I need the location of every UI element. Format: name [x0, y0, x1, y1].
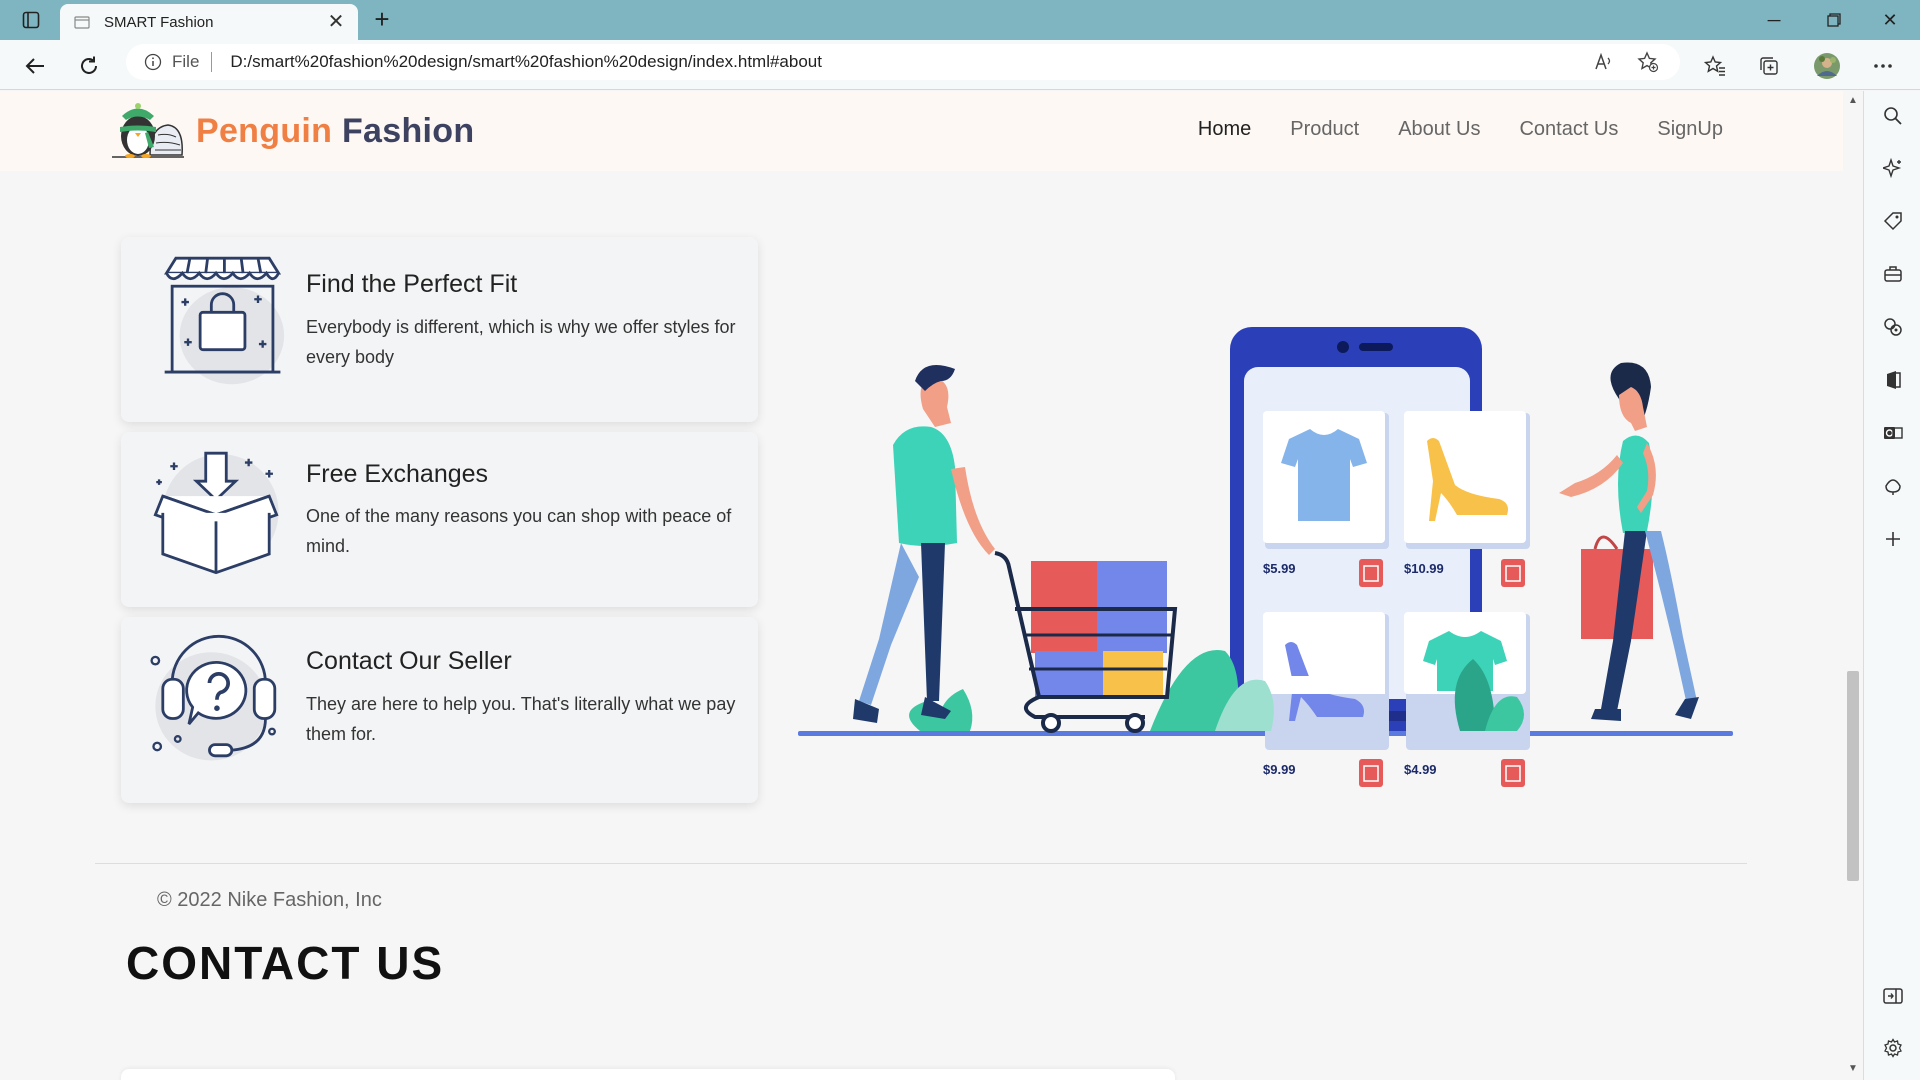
woman-shopper-figure: [1559, 362, 1699, 721]
nav-signup[interactable]: SignUp: [1657, 118, 1723, 141]
add-sidebar-app-icon[interactable]: [1876, 522, 1910, 556]
back-icon[interactable]: [18, 49, 52, 83]
address-url[interactable]: D:/smart%20fashion%20design/smart%20fash…: [230, 52, 1576, 72]
profile-avatar[interactable]: [1810, 49, 1844, 83]
minimize-button[interactable]: ─: [1746, 0, 1802, 40]
price-label: $5.99: [1263, 561, 1296, 576]
browser-toolbar: File D:/smart%20fashion%20design/smart%2…: [0, 40, 1920, 90]
office-icon[interactable]: [1876, 363, 1910, 397]
logo-text-primary: Penguin: [196, 111, 333, 150]
collections-icon[interactable]: [1752, 49, 1786, 83]
scroll-up-icon[interactable]: ▲: [1847, 95, 1859, 107]
card-text: Everybody is different, which is why we …: [306, 317, 736, 367]
scroll-down-icon[interactable]: ▼: [1847, 1063, 1859, 1075]
card-text: One of the many reasons you can shop wit…: [306, 506, 732, 556]
logo-text-secondary: Fashion: [341, 111, 475, 150]
outlook-icon[interactable]: [1876, 416, 1910, 450]
copyright-text: © 2022 Nike Fashion, Inc: [157, 889, 382, 911]
main-nav: Home Product About Us Contact Us SignUp: [1198, 118, 1723, 141]
section-divider: [95, 863, 1747, 864]
feature-card-fit: Find the Perfect Fit Everybody is differ…: [121, 237, 758, 422]
browser-tab[interactable]: SMART Fashion ✕: [60, 4, 358, 40]
address-separator: [211, 52, 213, 72]
product-card-heel-blue: [1263, 612, 1389, 787]
read-aloud-icon[interactable]: [1588, 46, 1620, 78]
settings-gear-icon[interactable]: [1876, 1031, 1910, 1065]
info-icon[interactable]: [142, 51, 164, 73]
contact-heading: CONTACT US: [126, 937, 445, 989]
price-label: $4.99: [1404, 762, 1437, 777]
man-with-cart-figure: [853, 365, 995, 723]
tab-title: SMART Fashion: [104, 13, 214, 31]
tools-briefcase-icon[interactable]: [1876, 257, 1910, 291]
browser-titlebar: SMART Fashion ✕ + ─ ✕: [0, 0, 1920, 40]
copilot-sparkle-icon[interactable]: [1876, 151, 1910, 185]
card-title: Contact Our Seller: [306, 647, 512, 675]
close-window-button[interactable]: ✕: [1862, 0, 1918, 40]
site-logo[interactable]: Penguin Fashion: [110, 103, 474, 159]
nav-about-us[interactable]: About Us: [1398, 118, 1480, 141]
support-icon: [150, 634, 277, 761]
close-tab-icon[interactable]: ✕: [326, 12, 346, 32]
new-tab-button[interactable]: +: [366, 4, 398, 36]
card-title: Free Exchanges: [306, 460, 489, 488]
feature-card-seller: Contact Our Seller They are here to help…: [121, 617, 758, 803]
shopping-cart-illustration: [994, 551, 1178, 733]
shopping-tag-icon[interactable]: [1876, 204, 1910, 238]
contact-form-card: [121, 1069, 1175, 1080]
nav-contact-us[interactable]: Contact Us: [1519, 118, 1618, 141]
price-label: $9.99: [1263, 762, 1296, 777]
add-favorite-icon[interactable]: [1632, 46, 1664, 78]
favorites-icon[interactable]: [1698, 49, 1732, 83]
scroll-thumb[interactable]: [1847, 671, 1859, 881]
page-favicon-icon: [72, 12, 92, 32]
drop-icon[interactable]: [1876, 469, 1910, 503]
games-icon[interactable]: [1876, 310, 1910, 344]
address-scheme: File: [172, 52, 200, 71]
card-text: They are here to help you. That's litera…: [306, 694, 736, 744]
page-scrollbar[interactable]: ▲ ▼: [1843, 91, 1863, 1080]
feature-card-exchanges: Free Exchanges One of the many reasons y…: [121, 432, 758, 607]
browser-sidebar: [1863, 91, 1920, 1080]
shopping-illustration: $5.99 $10.99 $9.99 $4.99: [798, 327, 1733, 787]
hide-sidebar-icon[interactable]: [1876, 979, 1910, 1013]
shop-icon: [164, 256, 285, 385]
restore-button[interactable]: [1806, 0, 1862, 40]
card-title: Find the Perfect Fit: [306, 270, 518, 298]
penguin-logo-icon: [112, 103, 184, 158]
price-label: $10.99: [1404, 561, 1444, 576]
search-icon[interactable]: [1876, 99, 1910, 133]
nav-product[interactable]: Product: [1290, 118, 1359, 141]
tab-actions-icon[interactable]: [14, 8, 48, 32]
box-icon: [153, 451, 279, 575]
site-header: Penguin Fashion Home Product About Us Co…: [0, 91, 1843, 171]
more-menu-icon[interactable]: [1866, 49, 1900, 83]
refresh-icon[interactable]: [72, 49, 106, 83]
address-bar[interactable]: File D:/smart%20fashion%20design/smart%2…: [126, 44, 1680, 80]
nav-home[interactable]: Home: [1198, 118, 1251, 141]
web-page: Penguin Fashion Home Product About Us Co…: [0, 91, 1843, 1080]
